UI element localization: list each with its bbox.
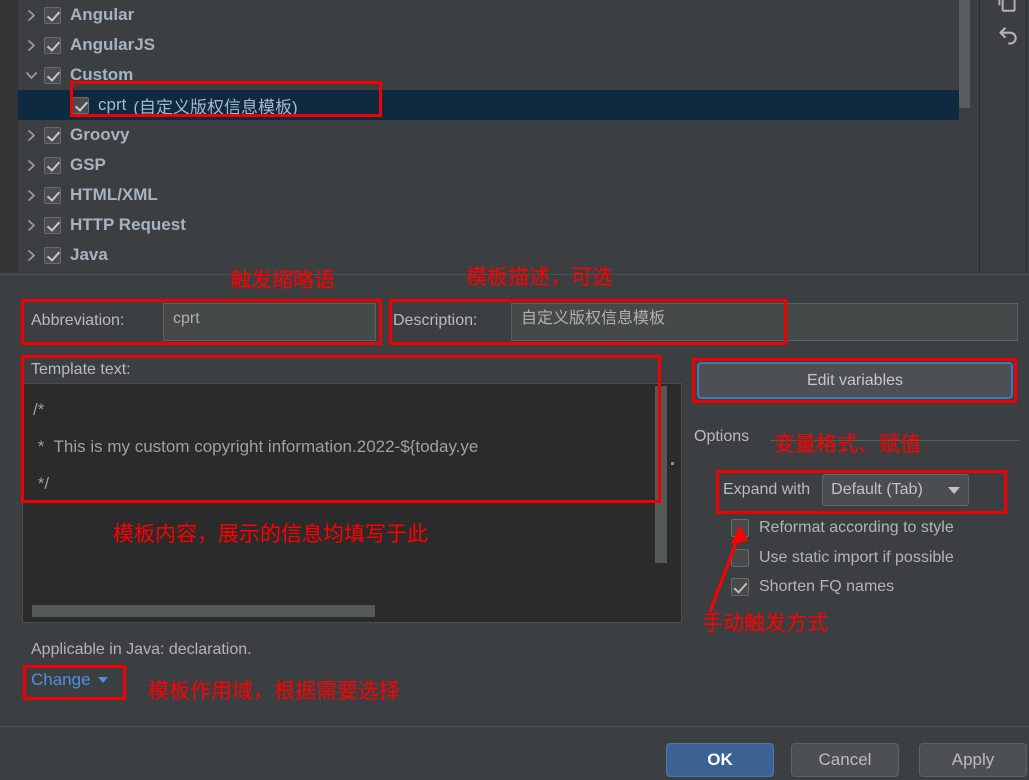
change-context-link[interactable]: Change (31, 670, 108, 690)
chevron-right-icon[interactable] (18, 159, 44, 172)
edit-variables-button[interactable]: Edit variables (697, 362, 1013, 399)
checkbox-icon[interactable] (44, 66, 61, 84)
expand-with-dropdown[interactable]: Default (Tab) (822, 474, 970, 506)
annotation-text-variable-format: 变量格式、赋值 (774, 433, 921, 456)
template-hscrollbar-thumb[interactable] (32, 605, 375, 617)
checkbox-icon[interactable] (44, 186, 61, 204)
chevron-right-icon[interactable] (18, 249, 44, 262)
options-separator (770, 440, 1019, 441)
template-text-caret-dot (671, 462, 674, 465)
tree-item-gsp[interactable]: GSP (18, 150, 968, 180)
annotation-text-manual-trigger: 手动触发方式 (702, 612, 828, 635)
tree-item-label: HTML/XML (70, 185, 158, 204)
tree-item-html-xml[interactable]: HTML/XML (18, 180, 968, 210)
checkbox-icon[interactable] (44, 246, 61, 264)
tree-item-label: cprt (98, 95, 127, 114)
divider (0, 726, 1029, 727)
copy-template-icon[interactable] (994, 0, 1020, 14)
template-text-label: Template text: (31, 361, 131, 378)
checkbox-icon[interactable] (731, 519, 749, 537)
option-use-static-import[interactable]: Use static import if possible (731, 549, 954, 567)
description-input[interactable]: 自定义版权信息模板 (511, 303, 1018, 341)
expand-with-row: Expand with Default (Tab) (723, 474, 970, 506)
tree-item-label: Custom (70, 65, 134, 84)
option-reformat-according-to-style[interactable]: Reformat according to style (731, 519, 954, 537)
description-label: Description: (393, 312, 478, 329)
chevron-right-icon[interactable] (18, 9, 44, 22)
options-section-title: Options (694, 428, 750, 445)
apply-button[interactable]: Apply (919, 743, 1027, 777)
template-vscrollbar-thumb[interactable] (655, 386, 667, 563)
expand-with-label: Expand with (723, 481, 811, 498)
tree-item-angular[interactable]: Angular (18, 0, 968, 30)
chevron-right-icon[interactable] (18, 189, 44, 202)
tree-item-label: Java (70, 245, 108, 264)
tree-item-label: HTTP Request (70, 215, 186, 234)
tree-item-label: AngularJS (70, 35, 156, 54)
revert-icon[interactable] (994, 24, 1020, 50)
checkbox-icon[interactable] (44, 216, 61, 234)
tree-item-label: Groovy (70, 125, 130, 144)
tree-right-border (979, 0, 980, 272)
expand-with-value: Default (Tab) (831, 481, 923, 498)
applicable-context-text: Applicable in Java: declaration. (31, 641, 252, 658)
checkbox-icon[interactable] (72, 96, 89, 114)
tree-item-label: Angular (70, 5, 135, 24)
checkbox-icon[interactable] (731, 549, 749, 567)
chevron-down-icon[interactable] (18, 70, 44, 81)
tree-item-http-request[interactable]: HTTP Request (18, 210, 968, 240)
tree-scrollbar-thumb[interactable] (959, 0, 970, 108)
chevron-down-icon (948, 486, 961, 494)
chevron-right-icon[interactable] (18, 129, 44, 142)
checkbox-icon[interactable] (44, 6, 61, 24)
tree-item-groovy[interactable]: Groovy (18, 120, 968, 150)
live-templates-tree[interactable]: Angular AngularJS Custom cprt (自定义版权信息模板) Gro… (0, 0, 980, 272)
checkbox-icon[interactable] (44, 156, 61, 174)
toolbar-edge (1026, 0, 1027, 272)
tree-item-angularjs[interactable]: AngularJS (18, 30, 968, 60)
tree-item-cprt[interactable]: cprt (自定义版权信息模板) (18, 90, 968, 120)
template-text-value[interactable]: /* * This is my custom copyright informa… (33, 391, 658, 502)
tree-gutter (0, 0, 18, 272)
tree-item-note: (自定义版权信息模板) (133, 97, 298, 117)
chevron-right-icon[interactable] (18, 219, 44, 232)
settings-dialog-live-templates: Angular AngularJS Custom cprt (自定义版权信息模板) Gro… (0, 0, 1029, 780)
option-label: Reformat according to style (759, 519, 954, 536)
option-label: Use static import if possible (759, 549, 954, 566)
chevron-right-icon[interactable] (18, 39, 44, 52)
checkbox-icon[interactable] (44, 36, 61, 54)
chevron-down-icon (97, 677, 108, 683)
checkbox-icon[interactable] (44, 126, 61, 144)
template-toolbar (984, 0, 1029, 272)
abbreviation-input[interactable]: cprt (163, 303, 376, 341)
tree-item-java[interactable]: Java (18, 240, 968, 270)
tree-item-label: GSP (70, 155, 106, 174)
tree-item-custom[interactable]: Custom (18, 60, 968, 90)
cancel-button[interactable]: Cancel (791, 743, 899, 777)
abbreviation-label: Abbreviation: (31, 312, 125, 329)
annotation-text-template-scope: 模板作用域，根据需要选择 (148, 680, 400, 703)
template-text-editor[interactable]: /* * This is my custom copyright informa… (22, 383, 682, 623)
option-label: Shorten FQ names (759, 578, 895, 595)
divider (0, 274, 1029, 275)
tree-rows-container: Angular AngularJS Custom cprt (自定义版权信息模板) Gro… (18, 0, 968, 272)
ok-button[interactable]: OK (666, 743, 774, 777)
option-shorten-fq-names[interactable]: Shorten FQ names (731, 578, 894, 596)
change-label: Change (31, 670, 91, 689)
checkbox-icon[interactable] (731, 578, 749, 596)
tree-item-javascript[interactable]: JavaScript (18, 270, 968, 272)
